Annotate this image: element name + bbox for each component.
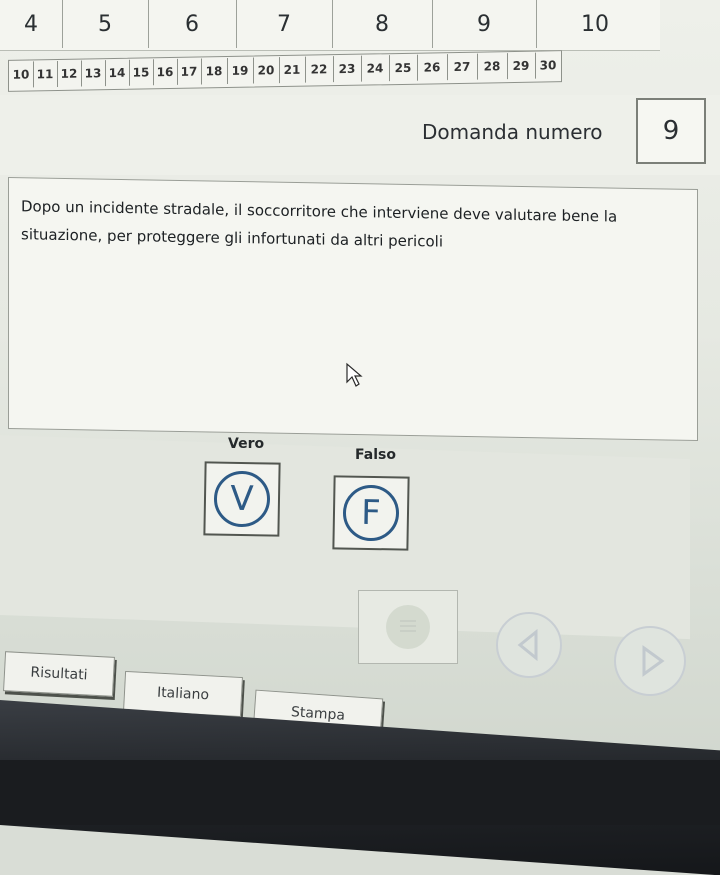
results-button[interactable]: Risultati [3,651,115,697]
tab-question-10-small[interactable]: 10 [9,61,34,88]
true-label: Vero [228,436,265,452]
tab-question-28[interactable]: 28 [477,53,508,80]
language-button-label: Italiano [156,684,210,704]
tab-label: 17 [180,64,198,79]
tab-label: 6 [185,11,199,37]
tab-label: 13 [84,66,102,81]
question-number: 9 [636,98,706,164]
previous-button[interactable] [496,612,562,678]
next-button[interactable] [614,626,686,696]
tab-label: 10 [581,11,609,37]
tab-label: 28 [483,59,501,74]
tab-label: 7 [277,11,291,37]
list-button[interactable] [358,590,458,664]
tab-question-8[interactable]: 8 [332,0,433,48]
true-symbol: V [213,470,271,528]
question-tabs-row: 10 11 12 13 14 15 16 17 18 19 20 21 22 2… [8,50,562,92]
tab-question-4[interactable]: 4 [0,0,63,48]
tab-label: 19 [231,63,249,78]
question-text: Dopo un incidente stradale, il soccorrit… [21,197,618,251]
previous-arrow-icon [517,628,538,662]
tab-label: 30 [539,58,557,73]
tab-label: 25 [394,60,412,76]
question-header [0,95,720,175]
tab-label: 15 [132,65,150,80]
tab-label: 20 [257,63,275,78]
tab-question-11[interactable]: 11 [33,60,58,88]
next-arrow-icon [642,645,665,677]
tab-question-19[interactable]: 19 [227,57,254,85]
tab-question-29[interactable]: 29 [507,52,536,80]
tab-question-21[interactable]: 21 [279,56,306,84]
question-label: Domanda numero [422,120,603,144]
arrow-cursor-icon [346,362,363,387]
tab-question-17[interactable]: 17 [177,58,202,85]
tab-label: 14 [108,65,126,81]
tab-label: 23 [338,61,356,77]
tab-question-26[interactable]: 26 [417,54,448,81]
tab-label: 26 [423,60,441,75]
tab-question-22[interactable]: 22 [305,56,334,83]
tab-question-10[interactable]: 10 [536,0,654,48]
question-tabs-top: 4 5 6 7 8 9 10 [0,0,660,51]
tab-label: 21 [283,62,301,78]
tab-question-15[interactable]: 15 [129,59,154,86]
false-button[interactable]: F [332,475,410,551]
false-symbol: F [342,484,400,542]
tab-question-18[interactable]: 18 [201,57,228,85]
tab-question-7[interactable]: 7 [236,0,333,48]
tab-question-6[interactable]: 6 [148,0,237,48]
tab-label: 4 [24,11,38,37]
tab-label: 5 [98,11,112,37]
tab-label: 10 [12,67,30,82]
tab-label: 16 [156,64,174,80]
tab-question-16[interactable]: 16 [153,58,178,86]
list-icon [386,605,430,649]
monitor-bezel-shadow [0,760,720,825]
false-label: Falso [355,447,396,463]
tab-question-20[interactable]: 20 [253,57,280,84]
tab-label: 8 [375,11,389,37]
true-button[interactable]: V [203,461,281,537]
tab-label: 11 [36,67,54,82]
tab-label: 18 [205,64,223,79]
tab-label: 9 [477,11,491,37]
results-button-label: Risultati [30,664,88,684]
question-box: Dopo un incidente stradale, il soccorrit… [8,177,698,442]
tab-question-27[interactable]: 27 [447,53,478,81]
tab-label: 22 [310,62,328,77]
tab-question-14[interactable]: 14 [105,59,130,87]
tab-question-5[interactable]: 5 [62,0,149,48]
tab-label: 24 [366,61,384,76]
quiz-screen: 4 5 6 7 8 9 10 10 11 12 13 14 15 16 17 1… [0,0,720,875]
tab-question-24[interactable]: 24 [361,55,390,82]
tab-question-23[interactable]: 23 [333,55,362,83]
tab-label: 27 [453,59,471,75]
tab-question-12[interactable]: 12 [57,60,82,87]
tab-question-25[interactable]: 25 [389,54,418,82]
tab-question-30[interactable]: 30 [535,52,561,78]
tab-label: 12 [60,66,78,81]
tab-question-13[interactable]: 13 [81,60,106,87]
tab-label: 29 [512,58,530,74]
tab-question-9[interactable]: 9 [432,0,537,48]
